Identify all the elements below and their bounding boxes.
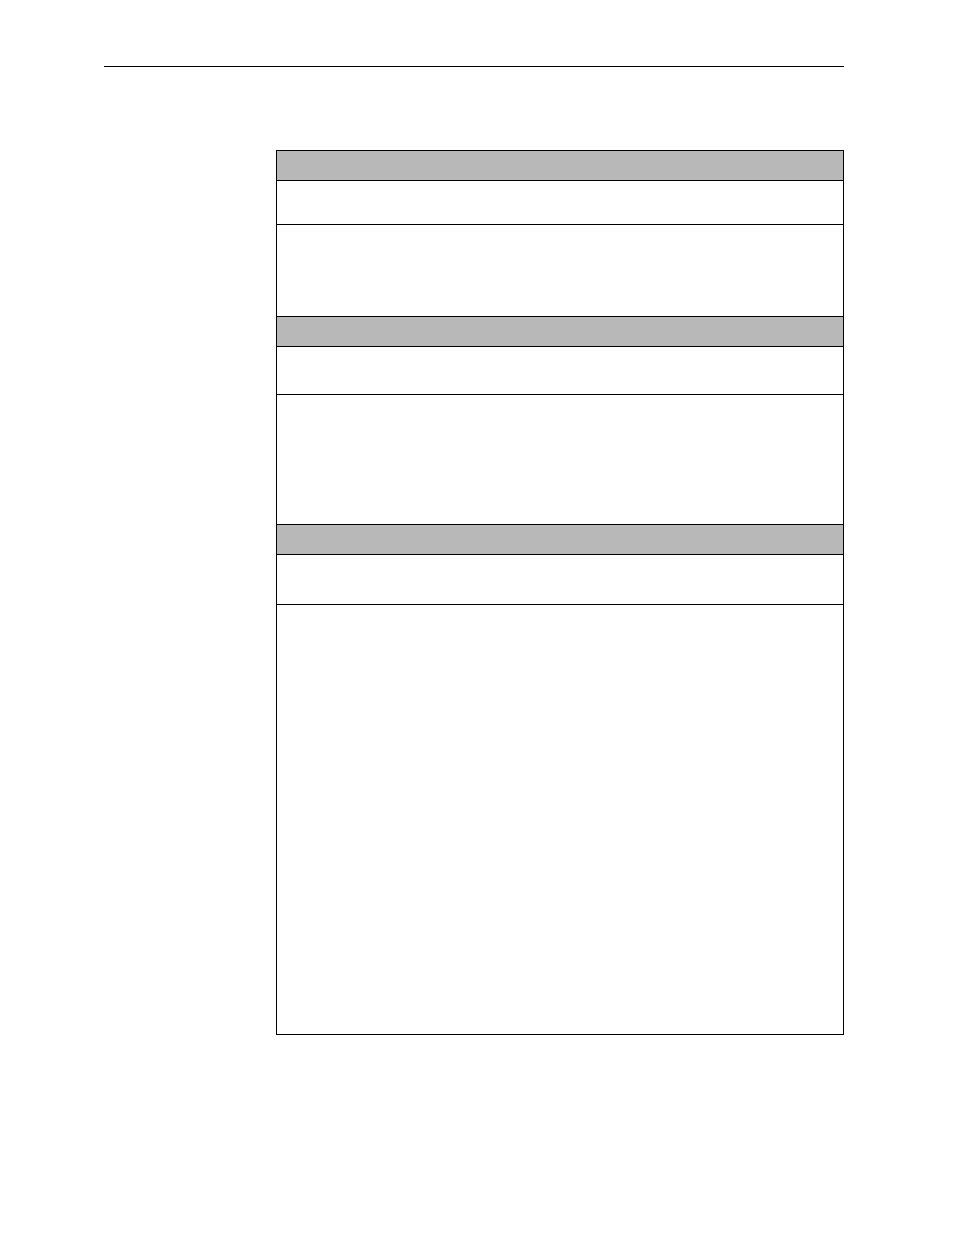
content-table (276, 150, 844, 1035)
table-header-row (277, 525, 843, 555)
table-header-row (277, 151, 843, 181)
table-cell (277, 225, 843, 316)
table-row (277, 181, 843, 225)
table-row (277, 555, 843, 605)
table-cell (277, 347, 843, 394)
table-cell (277, 181, 843, 224)
table-row (277, 225, 843, 317)
table-header-row (277, 317, 843, 347)
table-cell (277, 317, 843, 346)
header-rule (104, 66, 844, 67)
table-cell (277, 151, 843, 180)
table-cell (277, 555, 843, 604)
table-row (277, 347, 843, 395)
table-cell (277, 605, 843, 1034)
table-row (277, 605, 843, 1035)
table-cell (277, 525, 843, 554)
table-row (277, 395, 843, 525)
table-cell (277, 395, 843, 524)
